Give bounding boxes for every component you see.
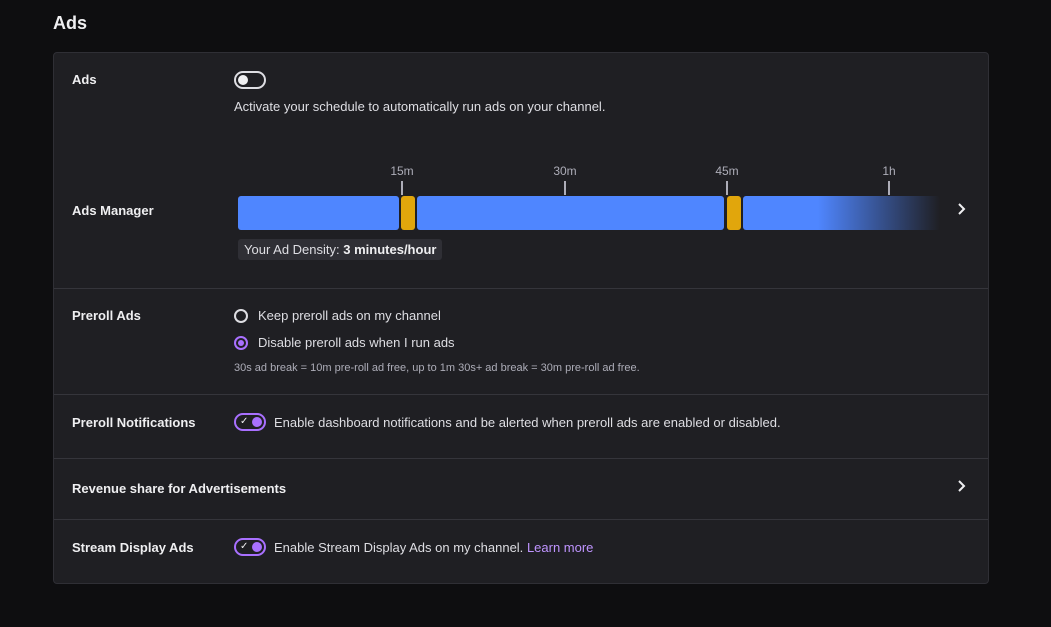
toggle-knob [252,542,262,552]
tick-label-45m: 45m [715,164,739,178]
tick-label-1h: 1h [882,164,896,178]
content-segment [238,196,399,230]
ad-break-segment[interactable] [401,196,415,230]
ads-settings-card: Ads Activate your schedule to automatica… [53,52,989,584]
tick-mark [401,181,403,195]
checkmark-icon: ✓ [240,416,249,427]
checkmark-icon: ✓ [240,541,249,552]
stream-display-ads-description: Enable Stream Display Ads on my channel.… [274,540,593,555]
radio-label: Keep preroll ads on my channel [258,308,441,323]
chevron-right-icon[interactable] [954,479,968,493]
preroll-ads-row: Preroll Ads Keep preroll ads on my chann… [54,289,988,395]
radio-button[interactable] [234,308,248,323]
preroll-note: 30s ad break = 10m pre-roll ad free, up … [234,362,640,374]
preroll-notifications-row: Preroll Notifications ✓ Enable dashboard… [54,395,988,459]
page-title: Ads [53,13,88,33]
ads-description: Activate your schedule to automatically … [234,99,606,114]
chevron-right-icon[interactable] [954,202,968,216]
timeline-bar [238,196,940,230]
ad-break-segment[interactable] [727,196,741,230]
radio-disable-preroll[interactable]: Disable preroll ads when I run ads [234,335,455,350]
revenue-share-row[interactable]: Revenue share for Advertisements [54,459,988,520]
tick-label-15m: 15m [390,164,414,178]
tick-label-30m: 30m [553,164,577,178]
ads-toggle[interactable] [234,71,266,89]
ads-manager-label: Ads Manager [72,203,154,218]
ad-density-prefix: Your Ad Density: [244,242,340,257]
radio-label: Disable preroll ads when I run ads [258,335,455,350]
tick-mark [726,181,728,195]
ad-density-value: 3 minutes/hour [343,242,437,257]
toggle-knob [252,417,262,427]
tick-mark [888,181,890,195]
preroll-notifications-description: Enable dashboard notifications and be al… [274,415,781,430]
radio-button-selected[interactable] [234,335,248,350]
content-segment-fade [743,196,940,230]
preroll-ads-label: Preroll Ads [72,308,141,323]
tick-mark [564,181,566,195]
content-segment [417,196,724,230]
revenue-share-label: Revenue share for Advertisements [72,481,287,496]
ad-density: Your Ad Density: 3 minutes/hour [238,239,443,260]
stream-display-text: Enable Stream Display Ads on my channel. [274,540,524,555]
preroll-notifications-toggle[interactable]: ✓ [234,413,266,431]
ads-row: Ads Activate your schedule to automatica… [54,53,988,289]
ads-timeline[interactable]: 15m 30m 45m 1h [238,161,940,231]
learn-more-link[interactable]: Learn more [527,540,593,555]
stream-display-ads-label: Stream Display Ads [72,540,194,555]
ads-label: Ads [72,72,97,87]
preroll-notifications-label: Preroll Notifications [72,415,196,430]
toggle-knob [238,75,248,85]
stream-display-ads-row: Stream Display Ads ✓ Enable Stream Displ… [54,520,988,584]
radio-keep-preroll[interactable]: Keep preroll ads on my channel [234,308,441,323]
stream-display-ads-toggle[interactable]: ✓ [234,538,266,556]
